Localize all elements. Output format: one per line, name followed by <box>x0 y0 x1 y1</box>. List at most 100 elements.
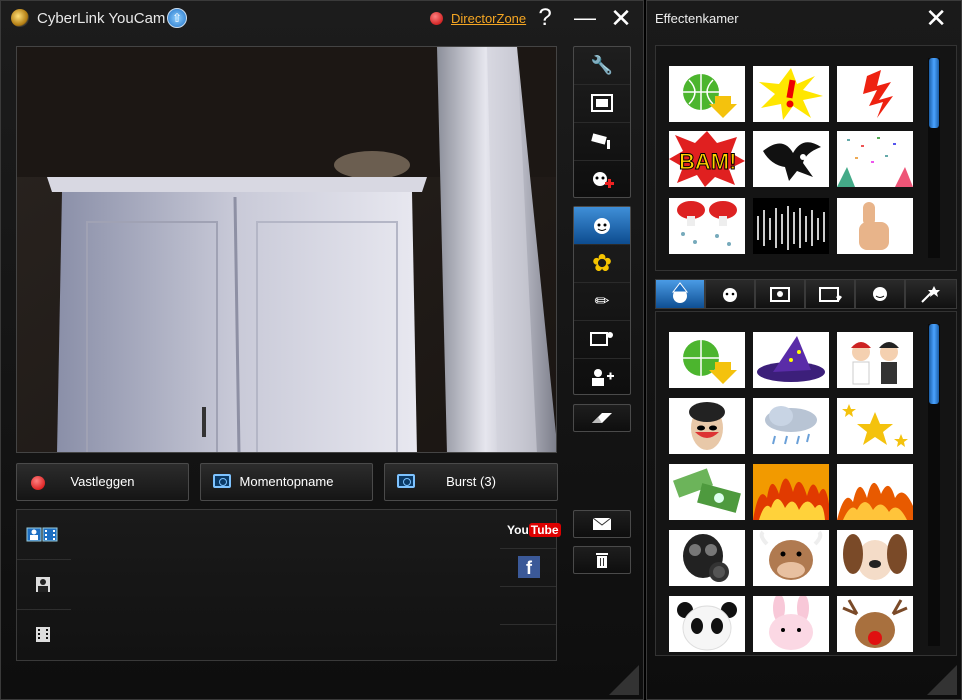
effect-category-tabs <box>655 279 957 309</box>
help-button[interactable]: ? <box>532 5 558 31</box>
director-zone-icon <box>430 12 443 25</box>
effect-dog-ears[interactable] <box>837 530 913 586</box>
effects-room-window: Effectenkamer ✕ BAM! <box>646 0 962 700</box>
effect-download-globe[interactable] <box>669 66 745 122</box>
fire-icon <box>837 482 913 520</box>
camera-preview <box>16 46 557 453</box>
tab-characters[interactable] <box>655 279 705 309</box>
update-arrow-icon[interactable]: ⇧ <box>167 8 187 28</box>
surveillance-button[interactable] <box>574 123 630 161</box>
tab-emotions[interactable] <box>705 279 755 309</box>
fullscreen-button[interactable] <box>574 85 630 123</box>
recent-effects-grid: BAM! <box>655 45 957 271</box>
youtube-share-button[interactable]: You Tube <box>507 521 561 539</box>
angel-devil-icon <box>851 342 899 385</box>
effects-grid <box>655 311 957 656</box>
money-bills-icon <box>673 468 741 513</box>
tab-all-media[interactable] <box>17 510 71 560</box>
share-panel: You Tube f <box>500 510 561 660</box>
resize-grip-icon[interactable] <box>609 665 639 695</box>
tab-photos[interactable] <box>17 560 71 610</box>
tab-filters[interactable] <box>805 279 855 309</box>
emotion-icon <box>723 288 737 302</box>
tools-icon: 🔧 <box>590 55 614 75</box>
exclamation-burst-icon <box>759 68 823 120</box>
all-media-icon <box>26 527 58 542</box>
tab-frames[interactable] <box>755 279 805 309</box>
filter-icon <box>819 287 842 302</box>
effects-room-title: Effectenkamer <box>655 11 739 26</box>
effects-resize-grip-icon[interactable] <box>927 665 957 695</box>
scene-icon <box>590 332 613 346</box>
panda-face-icon <box>677 602 737 651</box>
effect-exclamation-burst[interactable] <box>753 66 829 122</box>
tools-button[interactable]: 🔧 <box>574 47 630 85</box>
effect-reindeer-face[interactable] <box>837 596 913 652</box>
delete-button[interactable] <box>573 546 631 574</box>
effect-angel-devil[interactable] <box>837 332 913 388</box>
pencil-icon: ✏ <box>594 291 610 311</box>
record-button[interactable]: Vastleggen <box>16 463 189 501</box>
effect-red-mushrooms[interactable] <box>669 198 745 254</box>
effect-stars[interactable] <box>837 398 913 454</box>
magic-wand-icon <box>921 286 940 303</box>
avatar-icon <box>592 369 614 386</box>
effect-bunny-face[interactable] <box>753 596 829 652</box>
effect-rain-cloud[interactable] <box>753 398 829 454</box>
eraser-icon <box>592 413 612 423</box>
effect-gas-mask[interactable] <box>669 530 745 586</box>
effect-opera-mask[interactable] <box>669 398 745 454</box>
effect-thumbs-up[interactable] <box>837 198 913 254</box>
effect-flames[interactable] <box>753 464 829 520</box>
face-icon <box>873 287 887 301</box>
globe-download-icon <box>683 74 737 118</box>
toolbar-effects: ✿ ✏ <box>573 206 631 395</box>
tab-magic[interactable] <box>905 279 957 309</box>
character-icon <box>671 282 689 303</box>
effect-equalizer-bars[interactable] <box>753 198 829 254</box>
effect-cow-face[interactable] <box>753 530 829 586</box>
dog-ears-icon <box>843 534 907 580</box>
effect-confetti[interactable] <box>837 131 913 187</box>
fullscreen-icon <box>591 94 613 112</box>
effect-panda-face[interactable] <box>669 596 745 652</box>
scene-button[interactable] <box>574 321 630 359</box>
reindeer-face-icon <box>842 599 908 648</box>
email-icon <box>592 517 612 530</box>
effect-bam-comic[interactable]: BAM! <box>669 131 745 187</box>
record-label: Vastleggen <box>70 474 135 489</box>
effect-download-globe[interactable] <box>669 332 745 388</box>
draw-button[interactable]: ✏ <box>574 283 630 321</box>
effect-money-bills[interactable] <box>669 464 745 520</box>
effects-scrollbar[interactable] <box>928 324 940 646</box>
close-button[interactable]: ✕ <box>608 5 634 31</box>
snapshot-button[interactable]: Momentopname <box>200 463 373 501</box>
tab-faces[interactable] <box>855 279 905 309</box>
snapshot-label: Momentopname <box>239 474 334 489</box>
tab-videos[interactable] <box>17 610 71 659</box>
witch-hat-icon <box>757 336 825 382</box>
gadgets-button[interactable]: ✿ <box>574 245 630 283</box>
effect-witch-hat[interactable] <box>753 332 829 388</box>
photo-icon <box>36 577 50 592</box>
add-effect-button[interactable] <box>574 161 630 198</box>
director-zone-link[interactable]: DirectorZone <box>451 11 526 26</box>
youcam-main-window: CyberLink YouCam ⇧ DirectorZone ? — ✕ Va… <box>0 0 644 700</box>
recent-effects-scrollbar[interactable] <box>928 58 940 258</box>
frame-icon <box>770 287 790 302</box>
effect-red-lightning[interactable] <box>837 66 913 122</box>
youcam-logo-icon <box>11 9 29 27</box>
burst-button[interactable]: Burst (3) <box>384 463 558 501</box>
facebook-share-button[interactable]: f <box>518 556 540 578</box>
effect-fire[interactable] <box>837 464 913 520</box>
gas-mask-icon <box>683 534 729 582</box>
minimize-button[interactable]: — <box>572 5 598 31</box>
email-button[interactable] <box>573 510 631 538</box>
eraser-button[interactable] <box>573 404 631 432</box>
effects-button[interactable] <box>574 207 630 245</box>
trash-icon <box>596 553 608 568</box>
effect-black-bird[interactable] <box>753 131 829 187</box>
effects-room-close-button[interactable]: ✕ <box>925 5 947 31</box>
avatar-button[interactable] <box>574 359 630 396</box>
svg-text:BAM!: BAM! <box>679 149 736 174</box>
